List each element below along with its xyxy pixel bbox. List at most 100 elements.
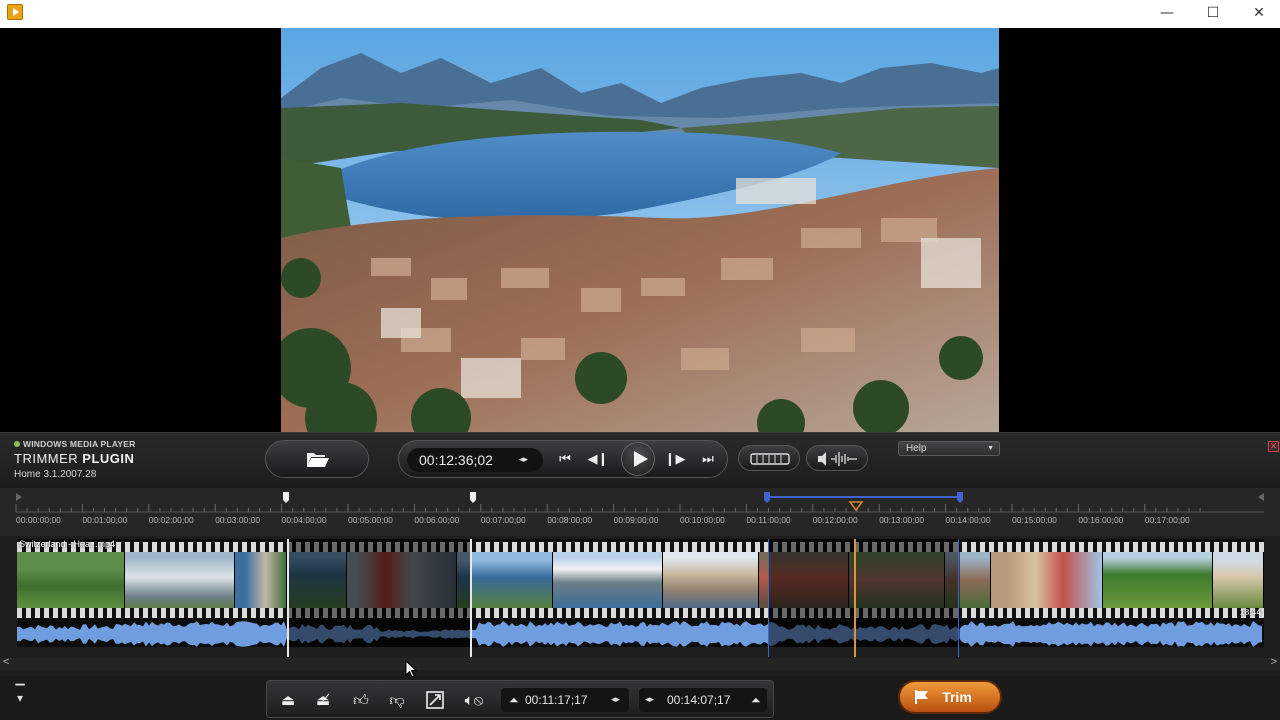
ruler-label: 00:09:00;00 [613, 515, 659, 525]
mark-out-icon: ⏶ [751, 693, 761, 707]
bottom-toolbar: ▔ ▾ ⏏ ⏏̸ 👍︎ 👎︎ 🔈︎⦸ ⏶ 00:11:17;17 ◂▸ ◂▸ 00… [0, 676, 1280, 720]
playhead-line[interactable] [854, 539, 856, 657]
ruler-label: 00:04:00;00 [281, 515, 327, 525]
video-picture [281, 28, 999, 432]
filmstrip-thumbnails [17, 552, 1264, 608]
thumbnail-frame [235, 552, 287, 608]
ruler-label: 00:17:00;00 [1144, 515, 1190, 525]
brand-version: Home 3.1.2007.28 [14, 469, 97, 480]
ruler-label: 00:16:00;00 [1078, 515, 1124, 525]
mouse-cursor-icon [405, 660, 417, 678]
clip-duration-label: 18:44 [1239, 607, 1261, 617]
ruler-label: 00:07:00;00 [480, 515, 526, 525]
open-file-button[interactable] [265, 440, 369, 478]
film-perforation-top [17, 542, 1264, 552]
ruler-label: 00:11:00;00 [746, 515, 791, 525]
ruler-ticks [15, 492, 1264, 513]
ruler-label: 00:02:00;00 [148, 515, 194, 525]
ruler-label: 00:14:00;00 [945, 515, 991, 525]
video-track[interactable]: Switzerland - Hea...mp4 18:44 [17, 539, 1264, 657]
ruler-label: 00:13:00;00 [879, 515, 925, 525]
skip-end-button[interactable]: ⏭ [697, 449, 719, 471]
video-area [0, 28, 1280, 432]
mark-in-step-arrows[interactable]: ◂▸ [611, 688, 620, 712]
timeline-end-icon [1258, 493, 1264, 501]
mark-in-icon: ⏶ [509, 693, 519, 707]
keep-button[interactable]: 👍︎ [350, 690, 372, 710]
selection-end-line[interactable] [958, 539, 959, 657]
collapse-icon: ▔ ▾ [15, 684, 25, 705]
thumbnail-frame [663, 552, 759, 608]
eject-icon: ⏏ [280, 691, 296, 709]
trim-button[interactable]: Trim [898, 680, 1002, 714]
cut-line[interactable] [287, 539, 289, 657]
timeline-ruler[interactable]: 00:00:00;00 00:01:00;00 00:02:00;00 00:03:0… [0, 488, 1280, 536]
brand-host-label: WINDOWS MEDIA PLAYER [14, 439, 135, 449]
brand-title: TRIMMER PLUGIN [14, 451, 135, 466]
maximize-button[interactable]: ☐ [1190, 0, 1236, 28]
close-window-button[interactable]: ✕ [1236, 0, 1280, 28]
panel-toolbar: WINDOWS MEDIA PLAYER TRIMMER PLUGIN Home… [0, 432, 1280, 488]
flag-icon [915, 690, 928, 704]
ruler-label: 00:03:00;00 [215, 515, 261, 525]
thumbnail-frame [991, 552, 1103, 608]
help-dropdown-label: Help [906, 443, 927, 454]
scroll-right-button[interactable]: > [1271, 656, 1277, 668]
thumbnail-frame [1103, 552, 1213, 608]
skip-start-button[interactable]: ⏮ [554, 449, 576, 471]
marker-tools: ⏏ ⏏̸ 👍︎ 👎︎ 🔈︎⦸ ⏶ 00:11:17;17 ◂▸ ◂▸ 00:14… [266, 680, 774, 718]
skip-end-icon: ⏭ [702, 452, 714, 467]
thumbnail-frame [1213, 552, 1264, 608]
app-logo-icon [7, 4, 23, 20]
playhead-icon [848, 501, 864, 512]
current-time-display[interactable]: 00:12:36;02 ◂▸ [407, 448, 543, 472]
collapse-button[interactable]: ▔ ▾ [12, 685, 28, 704]
thumbnail-frame [553, 552, 663, 608]
video-frame[interactable] [281, 28, 999, 432]
trimmer-panel: WINDOWS MEDIA PLAYER TRIMMER PLUGIN Home… [0, 432, 1280, 720]
folder-icon [307, 453, 329, 467]
minimize-button[interactable]: — [1144, 0, 1190, 28]
mute-button[interactable]: 🔈︎⦸ [460, 690, 488, 710]
step-back-icon: ◀❙ [587, 452, 609, 467]
selection-start-icon [764, 492, 770, 503]
close-panel-button[interactable]: ✕ [1268, 441, 1279, 452]
clear-button[interactable]: ⏏̸ [312, 690, 334, 710]
resize-icon [426, 691, 444, 709]
transport-controls: 00:12:36;02 ◂▸ ⏮ ◀❙ ❙▶ ⏭ [398, 440, 728, 478]
cut-line[interactable] [470, 539, 472, 657]
thumbs-down-icon: 👎︎ [389, 691, 405, 709]
film-perforation-bottom [17, 608, 1264, 618]
time-step-arrows[interactable]: ◂▸ [519, 448, 528, 472]
filmstrip-view-toggle[interactable] [738, 445, 800, 471]
ruler-label: 00:08:00;00 [547, 515, 593, 525]
audio-wave-icon [818, 452, 857, 466]
mark-out-field[interactable]: ◂▸ 00:14:07;17 ⏶ [639, 688, 767, 712]
resize-button[interactable] [424, 690, 446, 710]
ruler-label: 00:06:00;00 [414, 515, 460, 525]
selection-start-line[interactable] [768, 539, 769, 657]
thumbnail-frame [17, 552, 125, 608]
scroll-left-button[interactable]: < [3, 656, 9, 668]
ruler-label: 00:15:00;00 [1012, 515, 1057, 525]
step-forward-button[interactable]: ❙▶ [664, 449, 686, 471]
play-button[interactable] [621, 442, 655, 476]
selection-end-icon [957, 492, 963, 503]
cut-marker-icon [283, 492, 289, 503]
timeline-scrollbar[interactable]: < > [0, 656, 1280, 670]
remove-button[interactable]: 👎︎ [386, 690, 408, 710]
help-dropdown[interactable]: Help ▼ [898, 441, 1000, 456]
ruler-label: 00:12:00;00 [812, 515, 858, 525]
mark-in-field[interactable]: ⏶ 00:11:17;17 ◂▸ [501, 688, 629, 712]
excluded-region [768, 539, 960, 647]
audio-wave-toggle[interactable] [806, 445, 868, 471]
step-back-button[interactable]: ◀❙ [587, 449, 609, 471]
filmstrip-view-icon [750, 453, 790, 465]
timeline-start-icon [16, 493, 22, 501]
mark-out-step-arrows[interactable]: ◂▸ [645, 688, 654, 712]
window-titlebar: — ☐ ✕ [0, 0, 1280, 28]
clear-icon: ⏏̸ [315, 691, 331, 709]
audio-waveform [17, 621, 1262, 647]
eject-button[interactable]: ⏏ [277, 690, 299, 710]
cut-marker-icon [470, 492, 476, 503]
